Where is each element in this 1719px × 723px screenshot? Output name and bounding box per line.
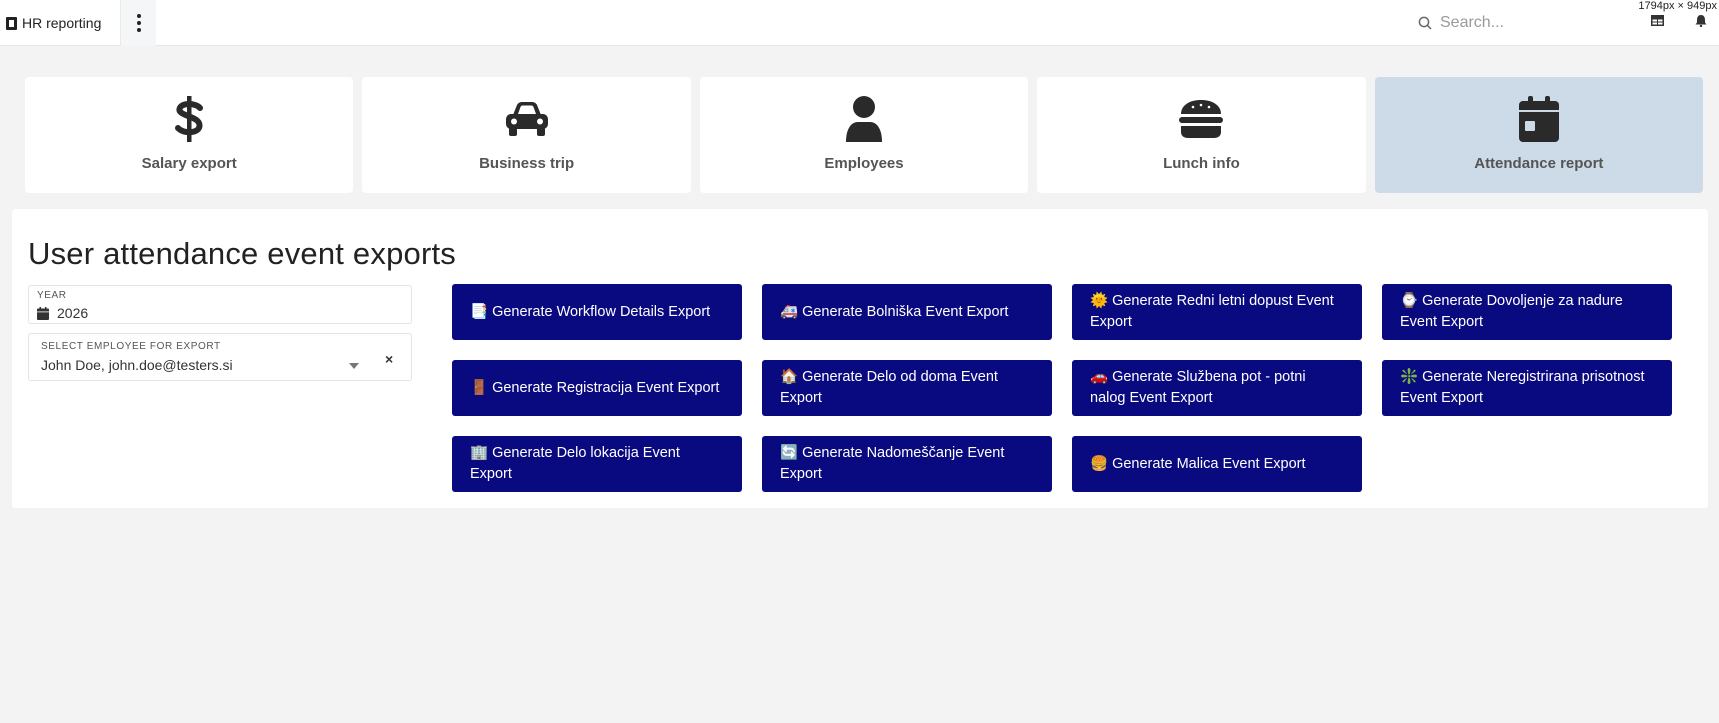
button-label: ❇️ Generate Neregistrirana prisotnost Ev… [1400, 369, 1645, 406]
card-label: Salary export [141, 155, 237, 172]
generate-dovoljenje-za-nadure-export-button[interactable]: ⌚ Generate Dovoljenje za nadure Event Ex… [1382, 284, 1672, 340]
button-label: 🚪 Generate Registracija Event Export [470, 379, 720, 396]
generate-redni-letni-dopust-export-button[interactable]: 🌞 Generate Redni letni dopust Event Expo… [1072, 284, 1362, 340]
car-icon [504, 95, 550, 143]
button-label: 🚑 Generate Bolniška Event Export [780, 303, 1009, 320]
button-label: 🚗 Generate Službena pot - potni nalog Ev… [1090, 369, 1306, 406]
button-label: 🏢 Generate Delo lokacija Event Export [470, 445, 680, 482]
nav-card-salary-export[interactable]: Salary export [25, 77, 354, 193]
search-box[interactable] [1418, 9, 1618, 37]
app-title: HR reporting [22, 15, 102, 31]
generate-bolniska-export-button[interactable]: 🚑 Generate Bolniška Event Export [762, 284, 1052, 340]
calendar-icon [37, 306, 49, 320]
app-tab[interactable]: HR reporting [0, 0, 119, 46]
clear-selection-button[interactable]: × [385, 351, 393, 367]
generate-delo-od-doma-export-button[interactable]: 🏠 Generate Delo od doma Event Export [762, 360, 1052, 416]
dimensions-readout: 1794px × 949px [1638, 0, 1717, 12]
chevron-down-icon[interactable] [349, 363, 359, 369]
button-label: ⌚ Generate Dovoljenje za nadure Event Ex… [1400, 293, 1623, 330]
year-value: 2026 [57, 305, 89, 321]
generate-workflow-details-export-button[interactable]: 📑 Generate Workflow Details Export [452, 284, 742, 340]
search-icon [1418, 16, 1432, 30]
card-label: Employees [824, 155, 904, 172]
generate-nadomescanje-export-button[interactable]: 🔄 Generate Nadomeščanje Event Export [762, 436, 1052, 492]
user-icon [844, 95, 884, 143]
nav-cards: Salary export Business trip Employees Lu… [25, 77, 1704, 193]
nav-card-lunch-info[interactable]: Lunch info [1037, 77, 1366, 193]
generate-neregistrirana-prisotnost-export-button[interactable]: ❇️ Generate Neregistrirana prisotnost Ev… [1382, 360, 1672, 416]
document-icon [6, 16, 17, 30]
dollar-icon [175, 95, 204, 143]
nav-card-attendance-report[interactable]: Attendance report [1374, 77, 1704, 193]
generate-sluzbena-pot-export-button[interactable]: 🚗 Generate Službena pot - potni nalog Ev… [1072, 360, 1362, 416]
employee-select-label: SELECT EMPLOYEE FOR EXPORT [41, 341, 221, 352]
exports-panel: User attendance event exports YEAR 2026 … [12, 209, 1708, 508]
kebab-dot [136, 21, 141, 25]
export-buttons: 📑 Generate Workflow Details Export 🚑 Gen… [452, 284, 1684, 492]
generate-registracija-export-button[interactable]: 🚪 Generate Registracija Event Export [452, 360, 742, 416]
burger-icon [1178, 95, 1224, 143]
year-field[interactable]: YEAR 2026 [28, 285, 412, 324]
button-label: 🍔 Generate Malica Event Export [1090, 455, 1306, 472]
button-label: 🏠 Generate Delo od doma Event Export [780, 369, 998, 406]
page-title: User attendance event exports [28, 236, 456, 271]
nav-card-employees[interactable]: Employees [699, 77, 1029, 193]
bell-icon[interactable] [1694, 14, 1708, 27]
kebab-dot [136, 14, 141, 18]
employee-select[interactable]: SELECT EMPLOYEE FOR EXPORT John Doe, joh… [28, 333, 412, 381]
button-label: 🔄 Generate Nadomeščanje Event Export [780, 445, 1005, 482]
top-bar: HR reporting 1794px × 949px [0, 0, 1719, 46]
button-label: 📑 Generate Workflow Details Export [470, 303, 711, 320]
card-label: Business trip [479, 155, 575, 172]
employee-select-value: John Doe, john.doe@testers.si [41, 357, 233, 373]
search-input[interactable] [1440, 14, 1600, 32]
nav-card-business-trip[interactable]: Business trip [362, 77, 691, 193]
generate-delo-lokacija-export-button[interactable]: 🏢 Generate Delo lokacija Event Export [452, 436, 742, 492]
more-menu-button[interactable] [120, 0, 156, 46]
button-label: 🌞 Generate Redni letni dopust Event Expo… [1090, 293, 1334, 330]
calendar-icon [1518, 95, 1559, 143]
kebab-dot [136, 28, 141, 32]
card-label: Attendance report [1474, 155, 1604, 172]
apps-grid-icon[interactable] [1651, 15, 1664, 26]
generate-malica-export-button[interactable]: 🍔 Generate Malica Event Export [1072, 436, 1362, 492]
card-label: Lunch info [1163, 155, 1240, 172]
year-label: YEAR [37, 290, 67, 301]
